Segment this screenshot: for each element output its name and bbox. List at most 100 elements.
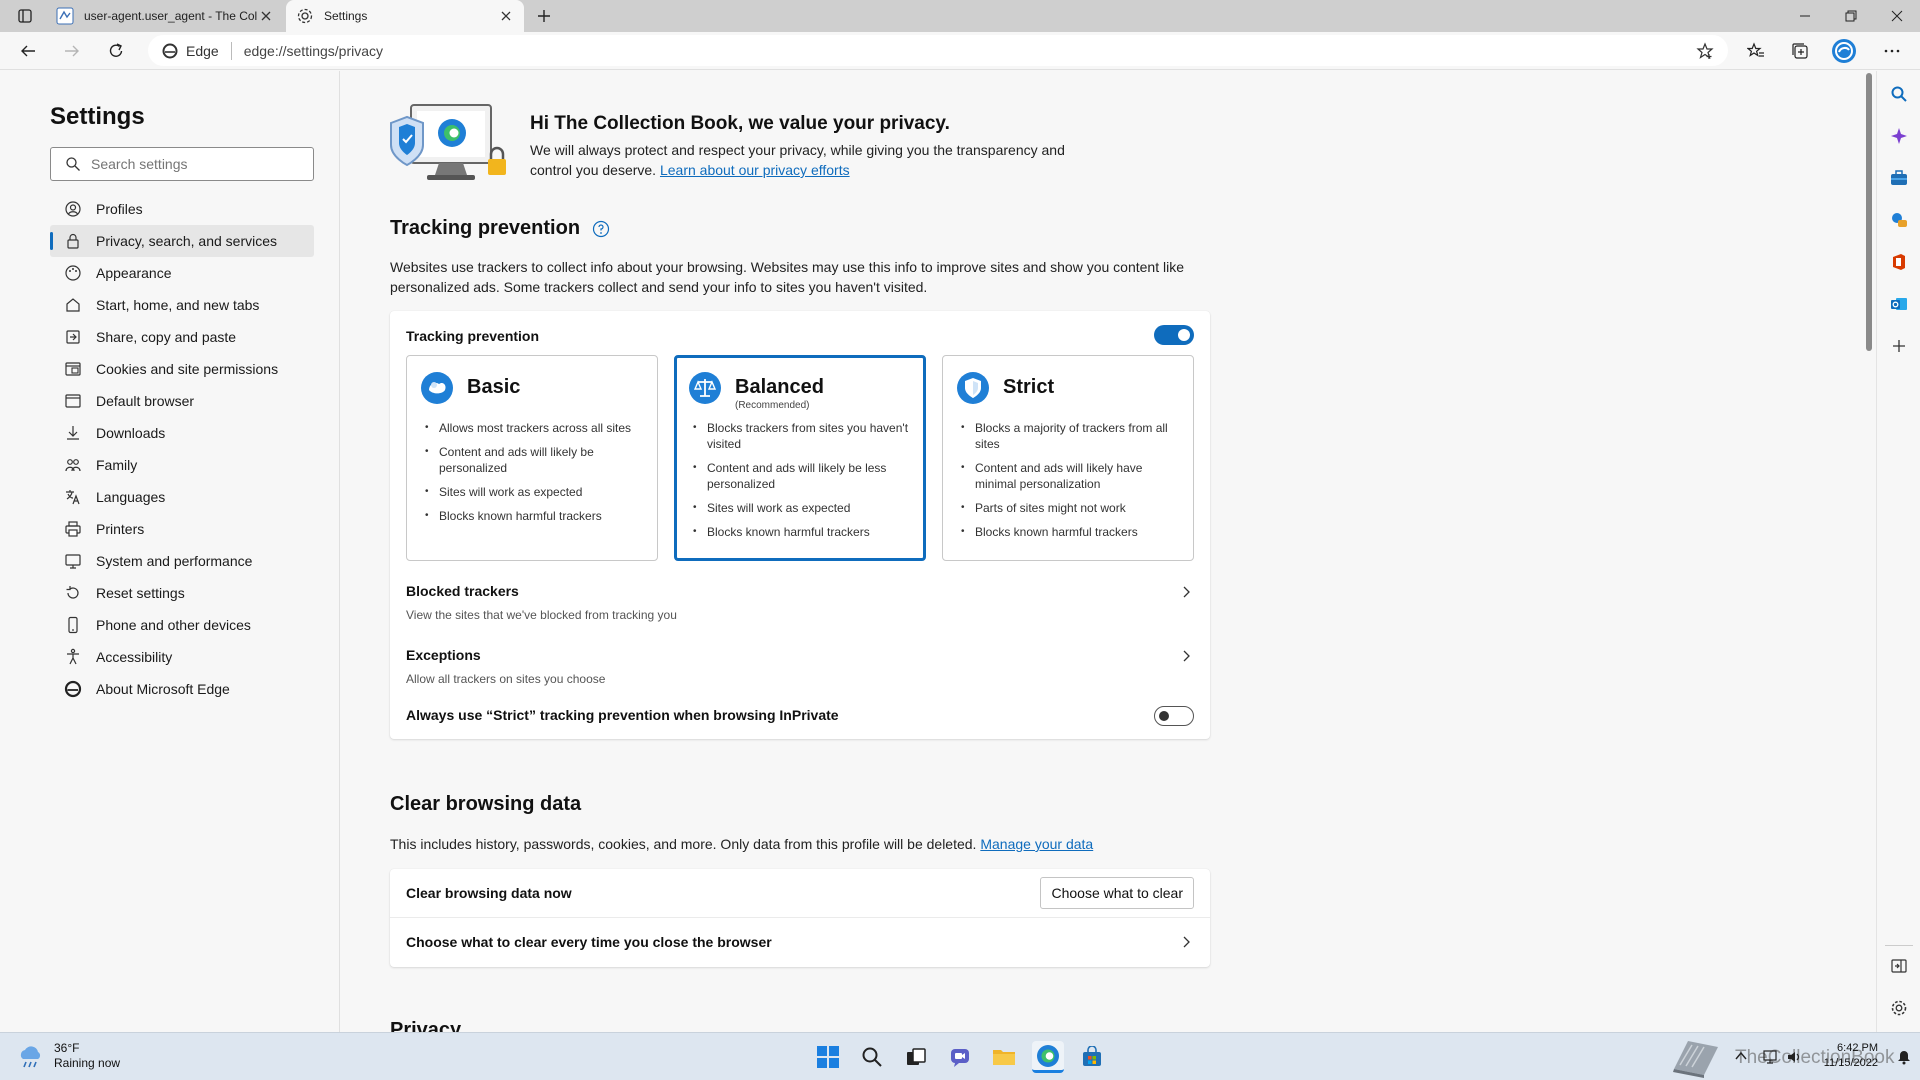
sidebar-item-default-browser[interactable]: Default browser [50,385,314,417]
settings-content: Hi The Collection Book, we value your pr… [341,71,1861,1032]
sidebar-item-label: Reset settings [96,585,185,601]
start-button[interactable] [812,1041,844,1073]
chevron-up-icon[interactable] [1734,1049,1748,1063]
sidebar-item-family[interactable]: Family [50,449,314,481]
sidebar-item-start-home[interactable]: Start, home, and new tabs [50,289,314,321]
taskbar-search-button[interactable] [856,1041,888,1073]
privacy-illustration [390,104,506,180]
notifications-icon[interactable] [1896,1049,1912,1065]
privacy-greeting-title: Hi The Collection Book, we value your pr… [530,113,950,134]
sidebar-item-about[interactable]: About Microsoft Edge [50,673,314,705]
sidebar-item-label: Default browser [96,393,195,409]
hide-sidebar-button[interactable] [1888,955,1910,977]
sidebar-settings-button[interactable] [1888,997,1910,1019]
url-text[interactable]: edge://settings/privacy [244,43,383,59]
restore-button[interactable] [1828,0,1874,32]
sidebar-item-label: Profiles [96,201,143,217]
sidebar-item-share[interactable]: Share, copy and paste [50,321,314,353]
sidebar-search-button[interactable] [1888,83,1910,105]
sidebar-item-cookies[interactable]: Cookies and site permissions [50,353,314,385]
mode-bullets: Allows most trackers across all sites Co… [425,420,647,532]
mode-name: Strict [1003,376,1055,398]
store-button[interactable] [1076,1041,1108,1073]
sidebar-item-downloads[interactable]: Downloads [50,417,314,449]
network-icon[interactable] [1762,1049,1778,1065]
profile-button[interactable] [1830,37,1858,65]
edge-taskbar-button[interactable] [1032,1041,1064,1073]
sidebar-item-label: About Microsoft Edge [96,681,230,697]
mode-bullets: Blocks a majority of trackers from all s… [961,420,1183,548]
manage-your-data-link[interactable]: Manage your data [980,836,1093,852]
settings-and-more-button[interactable] [1878,37,1906,65]
sidebar-item-reset[interactable]: Reset settings [50,577,314,609]
edge-logo-icon [1037,1044,1059,1067]
blocked-trackers-row[interactable]: Blocked trackers View the sites that we'… [390,573,1210,635]
sidebar-item-phone[interactable]: Phone and other devices [50,609,314,641]
minimize-button[interactable] [1782,0,1828,32]
help-icon[interactable] [592,220,610,238]
mode-card-strict[interactable]: Strict Blocks a majority of trackers fro… [942,355,1194,561]
close-window-button[interactable] [1874,0,1920,32]
sidebar-item-privacy[interactable]: Privacy, search, and services [50,225,314,257]
sidebar-item-system[interactable]: System and performance [50,545,314,577]
volume-icon[interactable] [1786,1049,1802,1065]
profile-icon [65,201,81,217]
folder-icon [993,1050,1015,1065]
clear-on-close-label: Choose what to clear every time you clos… [406,934,772,950]
address-bar[interactable]: Edge edge://settings/privacy [148,35,1728,66]
profile-avatar-icon [1832,39,1856,63]
more-icon [1884,49,1900,53]
mode-card-balanced[interactable]: Balanced (Recommended) Blocks trackers f… [674,355,926,561]
rain-cloud-icon [20,1046,41,1068]
refresh-button[interactable] [102,37,130,65]
site-favicon-icon [56,7,74,25]
mode-card-basic[interactable]: Basic Allows most trackers across all si… [406,355,658,561]
back-button[interactable] [14,37,42,65]
sidebar-item-languages[interactable]: Languages [50,481,314,513]
weather-temperature: 36°F [54,1041,80,1055]
edge-logo-icon [162,43,178,58]
clock-date: 11/15/2022 [1823,1057,1878,1069]
search-settings-input[interactable] [91,156,291,172]
privacy-efforts-link[interactable]: Learn about our privacy efforts [660,162,850,178]
sidebar-office-button[interactable] [1888,251,1910,273]
sidebar-tools-button[interactable] [1888,167,1910,189]
site-identity[interactable]: Edge [148,43,219,59]
exceptions-row[interactable]: Exceptions Allow all trackers on sites y… [390,637,1210,697]
teams-chat-button[interactable] [944,1041,976,1073]
exceptions-title: Exceptions [406,647,481,663]
search-settings-box[interactable] [50,147,314,181]
tab-settings[interactable]: Settings [286,0,524,32]
mode-bullet: Parts of sites might not work [961,500,1183,516]
balanced-mode-icon [689,372,721,404]
close-tab-icon[interactable] [498,8,514,24]
sidebar-item-profiles[interactable]: Profiles [50,193,314,225]
task-view-button[interactable] [900,1041,932,1073]
scrollbar-thumb[interactable] [1866,73,1872,351]
close-tab-icon[interactable] [258,8,274,24]
sidebar-add-button[interactable] [1888,335,1910,357]
new-tab-button[interactable] [528,0,560,32]
tab-actions-button[interactable] [10,0,40,32]
sidebar-item-appearance[interactable]: Appearance [50,257,314,289]
content-scrollbar[interactable] [1862,71,1874,1032]
sidebar-item-accessibility[interactable]: Accessibility [50,641,314,673]
file-explorer-button[interactable] [988,1041,1020,1073]
favorites-button[interactable] [1742,37,1770,65]
sidebar-games-button[interactable] [1888,209,1910,231]
sidebar-discover-button[interactable] [1888,125,1910,147]
printer-icon [65,521,81,537]
weather-widget[interactable]: 36°F Raining now [16,1041,120,1071]
tab-user-agent[interactable]: user-agent.user_agent - The Coll [46,0,284,32]
inprivate-strict-toggle[interactable] [1154,706,1194,726]
system-clock[interactable]: 6:42 PM 11/15/2022 [1822,1041,1878,1071]
collections-button[interactable] [1786,37,1814,65]
sidebar-item-printers[interactable]: Printers [50,513,314,545]
forward-arrow-icon [65,45,79,57]
sidebar-outlook-button[interactable] [1888,293,1910,315]
forward-button[interactable] [58,37,86,65]
clear-on-close-row[interactable]: Choose what to clear every time you clos… [390,918,1210,967]
add-favorite-star-icon[interactable] [1696,42,1714,60]
choose-what-to-clear-button[interactable]: Choose what to clear [1040,877,1194,909]
tracking-prevention-toggle[interactable] [1154,325,1194,345]
